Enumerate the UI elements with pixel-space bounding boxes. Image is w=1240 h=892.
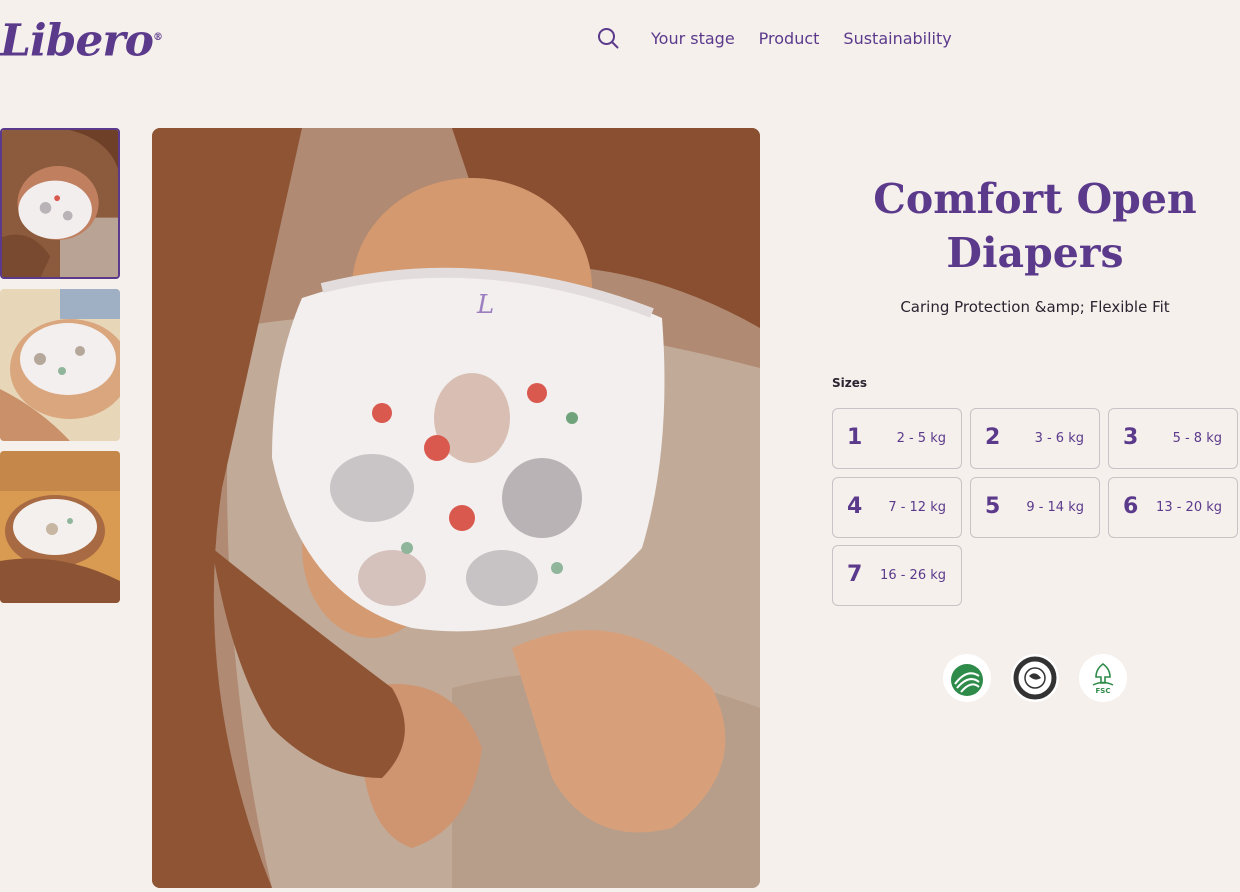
thumbnail-1[interactable] <box>0 128 120 279</box>
baby-diaper-thumbnail-image <box>0 289 120 441</box>
fsc-icon: FSC <box>1079 654 1127 702</box>
size-number: 4 <box>847 494 863 519</box>
size-number: 3 <box>1123 425 1139 450</box>
main-nav: Your stage Product Sustainability <box>596 24 976 52</box>
baby-diaper-thumbnail-image <box>2 130 118 277</box>
size-button-5[interactable]: 5 9 - 14 kg <box>970 477 1100 538</box>
size-button-7[interactable]: 7 16 - 26 kg <box>832 545 962 606</box>
baby-diaper-thumbnail-image <box>0 451 120 603</box>
size-weight-range: 16 - 26 kg <box>880 568 946 583</box>
thumbnail-3[interactable] <box>0 451 120 603</box>
product-title-line2: Diapers <box>946 229 1124 277</box>
logo-registered-mark: ® <box>152 32 163 43</box>
main-product-image: L <box>152 128 760 888</box>
size-button-4[interactable]: 4 7 - 12 kg <box>832 477 962 538</box>
nav-product[interactable]: Product <box>759 29 820 48</box>
site-header: Libero® Your stage Product Sustainabilit… <box>0 0 1240 78</box>
svg-text:FSC: FSC <box>1096 687 1111 695</box>
size-button-2[interactable]: 2 3 - 6 kg <box>970 408 1100 469</box>
nav-sustainability[interactable]: Sustainability <box>843 29 951 48</box>
logo-text: Libero <box>0 15 154 67</box>
thumbnail-2[interactable] <box>0 289 120 441</box>
size-number: 5 <box>985 494 1001 519</box>
size-number: 1 <box>847 425 863 450</box>
size-button-1[interactable]: 1 2 - 5 kg <box>832 408 962 469</box>
product-subtitle: Caring Protection &amp; Flexible Fit <box>900 298 1170 316</box>
size-weight-range: 9 - 14 kg <box>1026 500 1084 515</box>
size-weight-range: 5 - 8 kg <box>1172 431 1222 446</box>
size-button-3[interactable]: 3 5 - 8 kg <box>1108 408 1238 469</box>
nordic-swan-ecolabel-icon <box>943 654 991 702</box>
size-weight-range: 3 - 6 kg <box>1034 431 1084 446</box>
svg-text:L: L <box>476 290 494 320</box>
nav-your-stage[interactable]: Your stage <box>651 29 735 48</box>
search-button[interactable] <box>596 26 620 50</box>
size-weight-range: 7 - 12 kg <box>888 500 946 515</box>
size-number: 6 <box>1123 494 1139 519</box>
size-weight-range: 2 - 5 kg <box>896 431 946 446</box>
product-title: Comfort Open Diapers <box>832 172 1238 280</box>
asthma-allergy-nordic-icon <box>1011 654 1059 702</box>
size-weight-range: 13 - 20 kg <box>1156 500 1222 515</box>
product-title-line1: Comfort Open <box>873 175 1197 223</box>
baby-diaper-main-photo: L <box>152 128 760 888</box>
size-number: 7 <box>847 562 863 587</box>
size-button-6[interactable]: 6 13 - 20 kg <box>1108 477 1238 538</box>
size-number: 2 <box>985 425 1001 450</box>
search-icon <box>598 28 619 49</box>
sizes-label: Sizes <box>832 376 868 390</box>
libero-logo[interactable]: Libero® <box>0 8 163 72</box>
